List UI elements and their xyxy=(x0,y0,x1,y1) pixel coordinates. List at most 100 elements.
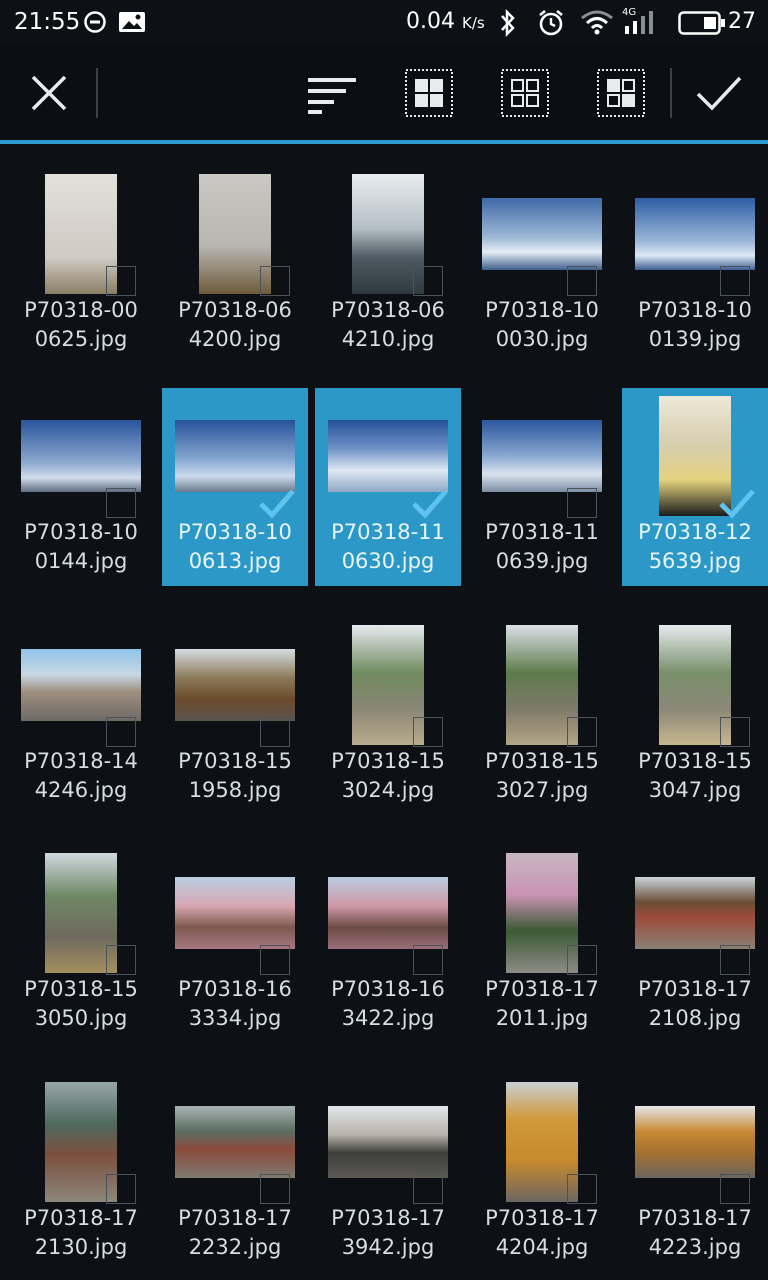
filename-line-1: P70318-15 xyxy=(638,749,752,773)
filename-line-2: 3942.jpg xyxy=(341,1235,435,1259)
photo-item[interactable]: P70318-00 0625.jpg xyxy=(8,172,154,370)
selected-check-icon[interactable] xyxy=(411,486,449,520)
filename-line-2: 3024.jpg xyxy=(341,778,435,802)
photo-item[interactable]: P70318-06 4210.jpg xyxy=(315,172,461,370)
select-checkbox[interactable] xyxy=(260,1174,290,1204)
photo-filename: P70318-15 1958.jpg xyxy=(162,747,308,805)
photo-item[interactable]: P70318-16 3422.jpg xyxy=(315,851,461,1049)
photo-item[interactable]: P70318-17 3942.jpg xyxy=(315,1080,461,1278)
select-checkbox[interactable] xyxy=(106,266,136,296)
photo-item[interactable]: P70318-11 0630.jpg xyxy=(315,388,461,586)
photo-item[interactable]: P70318-11 0639.jpg xyxy=(469,394,615,592)
filename-line-2: 2108.jpg xyxy=(648,1006,742,1030)
filename-line-1: P70318-06 xyxy=(331,298,445,322)
filename-line-1: P70318-00 xyxy=(24,298,138,322)
check-icon[interactable] xyxy=(694,68,744,118)
photo-item[interactable]: P70318-15 1958.jpg xyxy=(162,623,308,821)
grid-medium-icon[interactable] xyxy=(500,68,550,118)
filename-line-1: P70318-10 xyxy=(638,298,752,322)
photo-item[interactable]: P70318-17 4204.jpg xyxy=(469,1080,615,1278)
photo-item[interactable]: P70318-16 3334.jpg xyxy=(162,851,308,1049)
photo-item[interactable]: P70318-10 0613.jpg xyxy=(162,388,308,586)
filename-line-1: P70318-17 xyxy=(178,1206,292,1230)
photo-filename: P70318-06 4200.jpg xyxy=(162,296,308,354)
photo-image xyxy=(175,649,295,721)
close-icon[interactable] xyxy=(24,68,74,118)
filename-line-2: 2130.jpg xyxy=(34,1235,128,1259)
photo-item[interactable]: P70318-12 5639.jpg xyxy=(622,388,768,586)
select-checkbox[interactable] xyxy=(567,1174,597,1204)
select-checkbox[interactable] xyxy=(720,717,750,747)
photo-item[interactable]: P70318-17 2108.jpg xyxy=(622,851,768,1049)
photo-item[interactable]: P70318-15 3024.jpg xyxy=(315,623,461,821)
photo-filename: P70318-17 2108.jpg xyxy=(622,975,768,1033)
select-checkbox[interactable] xyxy=(720,945,750,975)
photo-filename: P70318-17 4223.jpg xyxy=(622,1204,768,1262)
status-bar: 21:55 0.04 K/s 4G 27 xyxy=(0,0,768,46)
select-checkbox[interactable] xyxy=(720,1174,750,1204)
select-checkbox[interactable] xyxy=(567,488,597,518)
photo-filename: P70318-15 3050.jpg xyxy=(8,975,154,1033)
select-checkbox[interactable] xyxy=(413,717,443,747)
grid-large-icon[interactable] xyxy=(404,68,454,118)
select-checkbox[interactable] xyxy=(567,945,597,975)
filename-line-2: 2011.jpg xyxy=(495,1006,589,1030)
grid-small-icon[interactable] xyxy=(596,68,646,118)
selected-check-icon[interactable] xyxy=(258,486,296,520)
photo-item[interactable]: P70318-10 0030.jpg xyxy=(469,172,615,370)
select-checkbox[interactable] xyxy=(106,717,136,747)
select-checkbox[interactable] xyxy=(567,266,597,296)
filename-line-2: 3050.jpg xyxy=(34,1006,128,1030)
photo-filename: P70318-16 3334.jpg xyxy=(162,975,308,1033)
signal-icon xyxy=(625,11,653,34)
select-checkbox[interactable] xyxy=(106,1174,136,1204)
photo-item[interactable]: P70318-15 3027.jpg xyxy=(469,623,615,821)
filename-line-2: 3047.jpg xyxy=(648,778,742,802)
photo-item[interactable]: P70318-17 2130.jpg xyxy=(8,1080,154,1278)
filename-line-2: 0625.jpg xyxy=(34,327,128,351)
photo-image xyxy=(635,877,755,949)
photo-item[interactable]: P70318-06 4200.jpg xyxy=(162,172,308,370)
filename-line-2: 3027.jpg xyxy=(495,778,589,802)
photo-grid: P70318-00 0625.jpg P70318-06 4200.jpg P70318… xyxy=(0,144,768,1280)
filename-line-2: 0630.jpg xyxy=(341,549,435,573)
select-checkbox[interactable] xyxy=(260,717,290,747)
photo-item[interactable]: P70318-17 2011.jpg xyxy=(469,851,615,1049)
photo-filename: P70318-16 3422.jpg xyxy=(315,975,461,1033)
photo-filename: P70318-15 3027.jpg xyxy=(469,747,615,805)
select-checkbox[interactable] xyxy=(106,488,136,518)
filename-line-2: 0030.jpg xyxy=(495,327,589,351)
filename-line-1: P70318-16 xyxy=(331,977,445,1001)
select-checkbox[interactable] xyxy=(413,266,443,296)
filename-line-1: P70318-15 xyxy=(331,749,445,773)
filename-line-1: P70318-15 xyxy=(485,749,599,773)
selected-check-icon[interactable] xyxy=(718,486,756,520)
select-checkbox[interactable] xyxy=(720,266,750,296)
select-checkbox[interactable] xyxy=(567,717,597,747)
filename-line-1: P70318-17 xyxy=(485,1206,599,1230)
select-checkbox[interactable] xyxy=(260,945,290,975)
photo-item[interactable]: P70318-15 3047.jpg xyxy=(622,623,768,821)
battery-icon xyxy=(678,11,725,35)
wifi-icon xyxy=(581,10,613,35)
photo-item[interactable]: P70318-17 4223.jpg xyxy=(622,1080,768,1278)
filename-line-2: 4200.jpg xyxy=(188,327,282,351)
photo-image xyxy=(175,877,295,949)
filename-line-1: P70318-17 xyxy=(638,977,752,1001)
network-speed: 0.04 K/s xyxy=(406,9,485,34)
photo-item[interactable]: P70318-10 0139.jpg xyxy=(622,172,768,370)
photo-item[interactable]: P70318-14 4246.jpg xyxy=(8,623,154,821)
photo-item[interactable]: P70318-15 3050.jpg xyxy=(8,851,154,1049)
filename-line-2: 0613.jpg xyxy=(188,549,282,573)
select-checkbox[interactable] xyxy=(413,1174,443,1204)
toolbar xyxy=(0,46,768,140)
select-checkbox[interactable] xyxy=(260,266,290,296)
filename-line-1: P70318-15 xyxy=(178,749,292,773)
photo-item[interactable]: P70318-17 2232.jpg xyxy=(162,1080,308,1278)
select-checkbox[interactable] xyxy=(413,945,443,975)
select-checkbox[interactable] xyxy=(106,945,136,975)
toolbar-divider xyxy=(96,68,98,118)
photo-filename: P70318-15 3047.jpg xyxy=(622,747,768,805)
sort-icon[interactable] xyxy=(306,68,356,118)
photo-item[interactable]: P70318-10 0144.jpg xyxy=(8,394,154,592)
